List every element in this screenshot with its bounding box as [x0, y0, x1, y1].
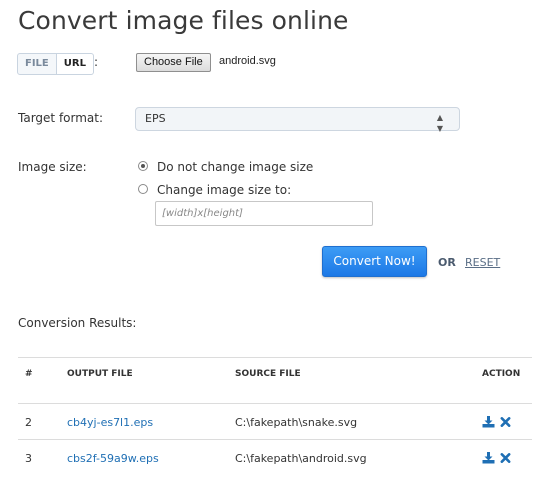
source-file-path: C:\fakepath\snake.svg [235, 416, 358, 429]
selected-file-name: android.svg [219, 55, 276, 67]
tab-url[interactable]: URL [56, 53, 94, 75]
radio-change-size-label[interactable]: Change image size to: [157, 183, 291, 197]
image-size-input[interactable]: [width]x[height] [155, 201, 373, 226]
choose-file-button[interactable]: Choose File [136, 53, 211, 72]
source-colon: : [94, 55, 99, 69]
download-icon[interactable] [482, 416, 495, 428]
page-title: Convert image files online [18, 6, 349, 35]
delete-icon[interactable] [500, 416, 511, 428]
target-format-label: Target format: [18, 111, 104, 125]
column-header-output-file: OUTPUT FILE [67, 369, 133, 379]
output-file-link[interactable]: cb4yj-es7l1.eps [67, 416, 153, 429]
table-row-divider [18, 439, 532, 440]
column-header-source-file: SOURCE FILE [235, 369, 301, 379]
image-size-label: Image size: [18, 160, 87, 174]
column-header-number: # [25, 369, 33, 379]
target-format-select[interactable]: EPS ▲ ▼ [135, 107, 460, 133]
radio-keep-size-label[interactable]: Do not change image size [157, 160, 313, 174]
table-row-number: 3 [25, 452, 32, 465]
source-file-path: C:\fakepath\android.svg [235, 452, 367, 465]
delete-icon[interactable] [500, 452, 511, 464]
target-format-value: EPS [145, 112, 166, 125]
or-separator: OR [438, 256, 456, 269]
results-title: Conversion Results: [18, 316, 137, 330]
convert-now-button[interactable]: Convert Now! [322, 246, 427, 277]
download-icon[interactable] [482, 452, 495, 464]
table-top-border [18, 357, 532, 358]
column-header-action: ACTION [482, 369, 521, 379]
radio-change-size[interactable] [138, 184, 148, 194]
radio-keep-size[interactable] [138, 161, 148, 171]
source-toggle: FILE URL [17, 53, 94, 75]
table-row-number: 2 [25, 416, 32, 429]
table-header-divider [18, 403, 532, 404]
select-arrows-icon: ▲ ▼ [436, 113, 443, 133]
tab-file[interactable]: FILE [17, 53, 57, 75]
output-file-link[interactable]: cbs2f-59a9w.eps [67, 452, 159, 465]
reset-link[interactable]: RESET [465, 256, 500, 269]
row-actions [482, 449, 511, 468]
row-actions [482, 413, 511, 432]
